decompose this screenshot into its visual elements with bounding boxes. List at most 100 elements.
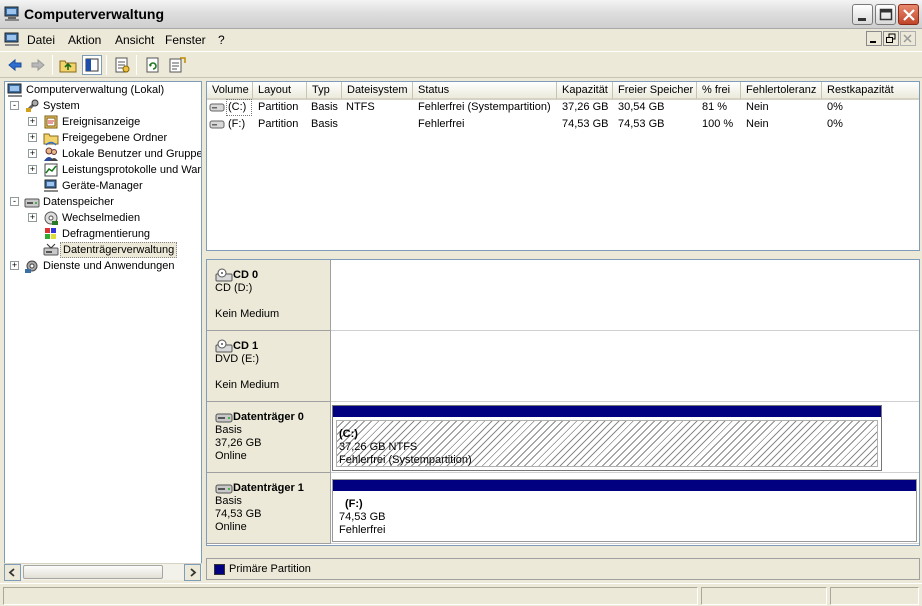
cell-volume: (C:): [226, 99, 252, 116]
expand-toggle[interactable]: +: [28, 213, 37, 222]
disk-info-datentraeger0[interactable]: Datenträger 0 Basis 37,26 GB Online: [207, 402, 331, 473]
column-header-prozent-frei[interactable]: % frei: [697, 82, 741, 100]
export-list-icon[interactable]: [167, 55, 187, 75]
column-header-volume[interactable]: Volume: [207, 82, 253, 100]
column-header-status[interactable]: Status: [413, 82, 557, 100]
device-manager-icon: [44, 179, 58, 192]
collapse-toggle[interactable]: -: [10, 101, 19, 110]
cell-layout: Partition: [258, 101, 299, 113]
menu-aktion[interactable]: Aktion: [68, 33, 101, 47]
tree-item-datenspeicher[interactable]: - Datenspeicher: [5, 194, 201, 210]
show-hide-tree-button[interactable]: [82, 55, 102, 75]
properties-icon[interactable]: [112, 55, 132, 75]
mdi-close-button[interactable]: [900, 31, 916, 46]
disk-info-datentraeger1[interactable]: Datenträger 1 Basis 74,53 GB Online: [207, 473, 331, 544]
hard-disk-icon: [215, 484, 233, 494]
scroll-left-button[interactable]: [4, 564, 21, 581]
expand-toggle[interactable]: +: [10, 261, 19, 270]
mdi-minimize-button[interactable]: [866, 31, 882, 46]
scroll-thumb[interactable]: [23, 565, 163, 579]
forward-arrow-icon[interactable]: [28, 55, 48, 75]
close-icon: [903, 9, 915, 21]
close-icon: [903, 34, 912, 43]
disk-line: Kein Medium: [215, 379, 280, 391]
tree-item-label: Defragmentierung: [62, 228, 151, 240]
partition-body: [333, 492, 916, 541]
disk-info-cd1[interactable]: CD 1 DVD (E:) Kein Medium: [207, 331, 331, 402]
cell-prozent-frei: 81 %: [702, 101, 728, 113]
chevron-right-icon: [190, 568, 197, 577]
scroll-right-button[interactable]: [184, 564, 201, 581]
minimize-button[interactable]: [852, 4, 873, 25]
status-cell: [830, 587, 919, 605]
menu-help[interactable]: ?: [218, 33, 225, 47]
volume-list[interactable]: Volume Layout Typ Dateisystem Status Kap…: [206, 81, 920, 251]
tree-item-lokale-benutzer[interactable]: + Lokale Benutzer und Gruppen: [5, 146, 201, 162]
table-row[interactable]: (C:) Partition Basis NTFS Fehlerfrei (Sy…: [207, 99, 919, 116]
tree-item-leistungsprotokolle[interactable]: + Leistungsprotokolle und Warnungen: [5, 162, 201, 178]
back-arrow-icon[interactable]: [5, 55, 25, 75]
disk-name: CD 1: [233, 340, 259, 352]
tree-item-dienste[interactable]: + Dienste und Anwendungen: [5, 258, 201, 274]
menu-fenster[interactable]: Fenster: [165, 33, 206, 47]
expand-toggle[interactable]: +: [28, 117, 37, 126]
close-button[interactable]: [898, 4, 919, 25]
column-header-restkapazitaet[interactable]: Restkapazität: [822, 82, 919, 100]
mdi-restore-button[interactable]: [883, 31, 899, 46]
menu-ansicht[interactable]: Ansicht: [115, 33, 154, 47]
up-folder-icon[interactable]: [58, 55, 78, 75]
expand-toggle[interactable]: +: [28, 149, 37, 158]
tree-item-geraete-manager[interactable]: Geräte-Manager: [5, 178, 201, 194]
storage-icon: [24, 198, 40, 208]
table-row[interactable]: (F:) Partition Basis Fehlerfrei 74,53 GB…: [207, 116, 919, 133]
disk-line: Basis: [215, 424, 242, 436]
column-header-fehlertoleranz[interactable]: Fehlertoleranz: [741, 82, 822, 100]
performance-icon: [44, 163, 58, 177]
cell-status: Fehlerfrei: [418, 118, 465, 130]
tree-horizontal-scrollbar[interactable]: [4, 563, 202, 581]
primary-partition-bar: [333, 406, 881, 417]
column-header-typ[interactable]: Typ: [307, 82, 342, 100]
collapse-toggle[interactable]: -: [10, 197, 19, 206]
tree-item-defragmentierung[interactable]: Defragmentierung: [5, 226, 201, 242]
disk-info-cd0[interactable]: CD 0 CD (D:) Kein Medium: [207, 260, 331, 331]
cell-layout: Partition: [258, 118, 299, 130]
tree-item-datentraegerverwaltung[interactable]: Datenträgerverwaltung: [5, 242, 201, 258]
shared-folder-icon: [43, 133, 59, 146]
status-bar: [0, 583, 922, 606]
cell-prozent-frei: 100 %: [702, 118, 734, 130]
tree-item-label: Ereignisanzeige: [62, 116, 141, 128]
minimize-icon: [858, 18, 866, 21]
expand-toggle[interactable]: +: [28, 165, 37, 174]
tree-item-ereignisanzeige[interactable]: + Ereignisanzeige: [5, 114, 201, 130]
cell-dateisystem: NTFS: [346, 101, 375, 113]
tree-item-wechselmedien[interactable]: + Wechselmedien: [5, 210, 201, 226]
disk-graphical-view[interactable]: CD 0 CD (D:) Kein Medium CD 1 DVD (E:) K…: [206, 259, 920, 546]
column-header-kapazitaet[interactable]: Kapazität: [557, 82, 613, 100]
column-header-dateisystem[interactable]: Dateisystem: [342, 82, 413, 100]
tree-item-label: Computerverwaltung (Lokal): [26, 84, 165, 96]
users-icon: [44, 147, 58, 161]
disk-line: Online: [215, 450, 247, 462]
title-bar: Computerverwaltung: [0, 0, 922, 29]
partition-f[interactable]: (F:) 74,53 GB Fehlerfrei: [332, 479, 917, 542]
tree-item-system[interactable]: - System: [5, 98, 201, 114]
tree-item-freigegebene-ordner[interactable]: + Freigegebene Ordner: [5, 130, 201, 146]
expand-toggle[interactable]: +: [28, 133, 37, 142]
partition-c[interactable]: (C:) 37,26 GB NTFS Fehlerfrei (Systempar…: [332, 405, 882, 471]
pane-splitter[interactable]: [206, 251, 920, 259]
cell-freier-speicher: 74,53 GB: [618, 118, 665, 130]
column-header-layout[interactable]: Layout: [253, 82, 307, 100]
status-cell: [3, 587, 698, 605]
services-icon: [25, 260, 38, 273]
column-header-freier-speicher[interactable]: Freier Speicher: [613, 82, 697, 100]
console-tree[interactable]: Computerverwaltung (Lokal) - System + Er…: [4, 81, 202, 579]
maximize-button[interactable]: [875, 4, 896, 25]
partition-status: Fehlerfrei (Systempartition): [339, 454, 472, 466]
document-icon[interactable]: [4, 32, 21, 47]
status-cell: [701, 587, 827, 605]
refresh-icon[interactable]: [143, 55, 163, 75]
tree-item-computerverwaltung[interactable]: Computerverwaltung (Lokal): [5, 82, 201, 98]
removable-media-icon: [44, 211, 58, 225]
menu-datei[interactable]: Datei: [27, 33, 55, 47]
